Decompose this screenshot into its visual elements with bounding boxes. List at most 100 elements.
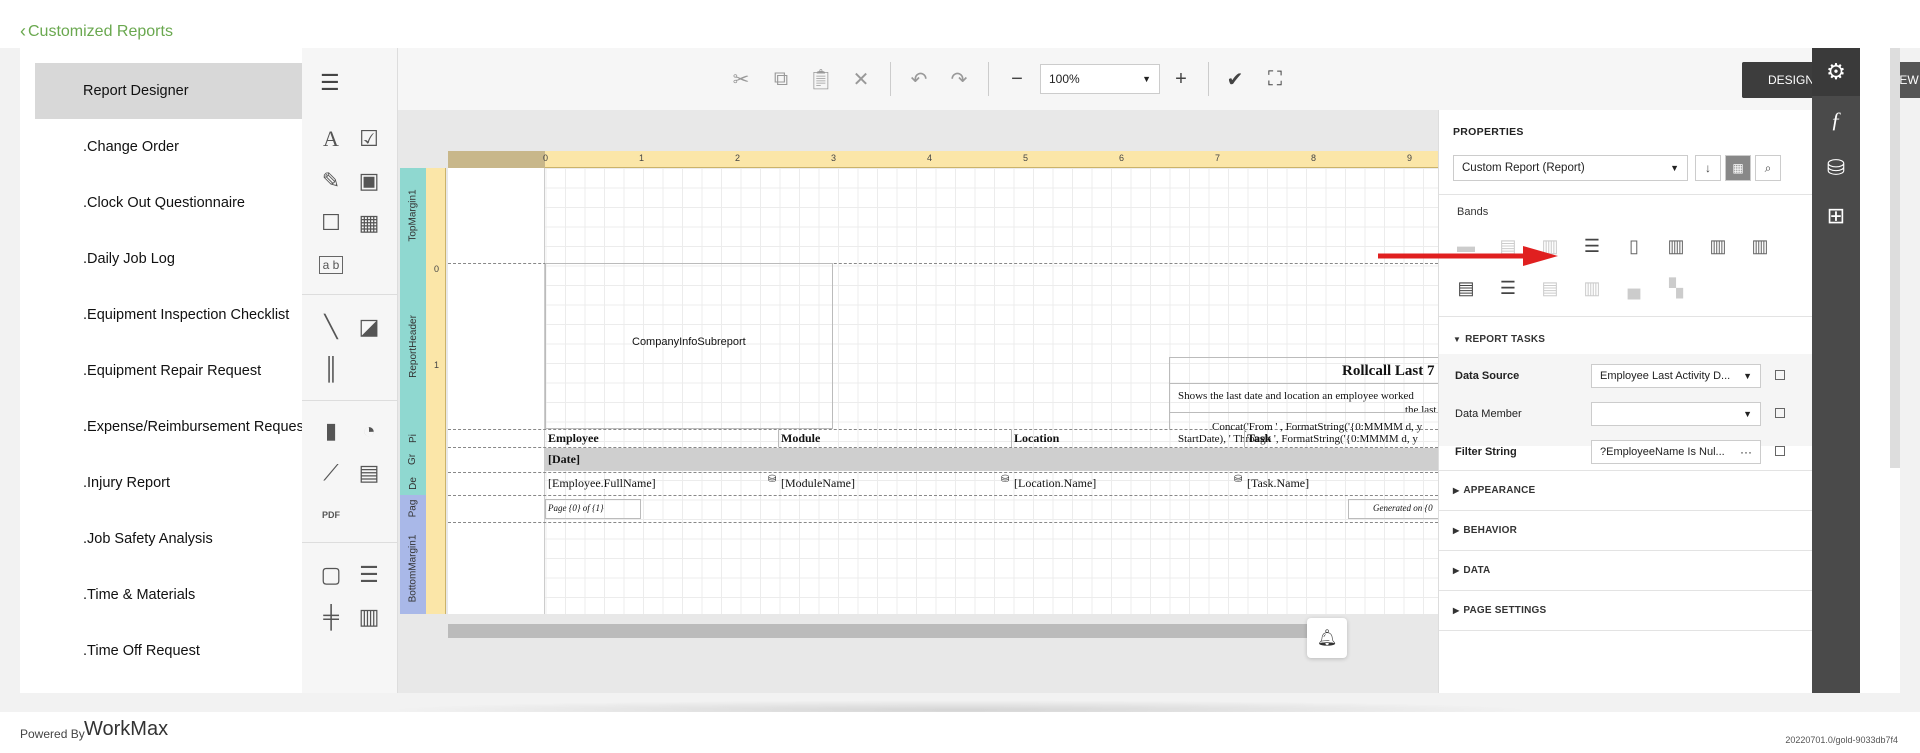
report-item[interactable]: .Expense/Reimbursement Request bbox=[35, 399, 302, 455]
cut-icon[interactable]: ✂ bbox=[726, 64, 756, 94]
column-header-employee[interactable]: Employee bbox=[548, 431, 599, 446]
appearance-section[interactable]: ▶ APPEARANCE bbox=[1453, 485, 1535, 496]
company-subreport[interactable]: CompanyInfoSubreport bbox=[545, 263, 833, 429]
redo-icon[interactable]: ↷ bbox=[944, 64, 974, 94]
report-footer-band-icon[interactable]: ▥ bbox=[1747, 234, 1773, 258]
richtext-tool-icon[interactable]: ✎ bbox=[316, 166, 346, 196]
ruler-mark: 5 bbox=[1023, 153, 1029, 163]
validate-bindings-icon[interactable]: ✔ bbox=[1220, 64, 1250, 94]
zoom-out-icon[interactable]: − bbox=[1002, 64, 1032, 94]
fullscreen-icon[interactable]: ⛶ bbox=[1260, 64, 1290, 94]
detail-field-module[interactable]: [ModuleName] bbox=[781, 476, 855, 491]
back-link[interactable]: ‹ Customized Reports bbox=[20, 21, 173, 42]
search-icon[interactable]: ⌕ bbox=[1755, 155, 1781, 181]
table-tool-icon[interactable]: ▦ bbox=[354, 208, 384, 238]
report-item[interactable]: .Injury Report bbox=[35, 455, 302, 511]
data-member-checkbox[interactable] bbox=[1775, 408, 1785, 418]
shape-tool-icon[interactable]: ◪ bbox=[354, 312, 384, 342]
group-header-band-icon[interactable]: ☰ bbox=[1579, 234, 1605, 258]
hamburger-menu-icon[interactable]: ☰ bbox=[320, 70, 340, 96]
zoom-select[interactable]: 100% ▼ bbox=[1040, 64, 1160, 94]
paste-icon[interactable]: 📋︎ bbox=[806, 64, 836, 94]
pdf-tool-icon[interactable]: PDF bbox=[316, 500, 346, 530]
checkbox-tool-icon[interactable]: ☑ bbox=[354, 124, 384, 154]
data-member-select[interactable]: ▼ bbox=[1591, 402, 1761, 426]
page-info-field[interactable]: Page {0} of {1} bbox=[545, 499, 641, 519]
detail-field-task[interactable]: [Task.Name] bbox=[1247, 476, 1309, 491]
filter-string-checkbox[interactable] bbox=[1775, 446, 1785, 456]
title-block[interactable]: Rollcall Last 7 Shows the last date and … bbox=[1169, 357, 1438, 445]
data-section[interactable]: ▶ DATA bbox=[1453, 565, 1490, 576]
sub-band-icon[interactable]: ▤ bbox=[1453, 276, 1479, 300]
picture-tool-icon[interactable]: ▣ bbox=[354, 166, 384, 196]
pivot-tool-icon[interactable]: ▤ bbox=[354, 458, 384, 488]
detail-field-location[interactable]: [Location.Name] bbox=[1014, 476, 1096, 491]
behavior-section[interactable]: ▶ BEHAVIOR bbox=[1453, 525, 1517, 536]
ellipsis-icon[interactable]: ··· bbox=[1740, 441, 1752, 463]
detail-report-band-icon[interactable]: ▥ bbox=[1663, 234, 1689, 258]
band-label-top-margin[interactable]: TopMargin1 bbox=[400, 168, 426, 263]
detail-band-icon[interactable]: ▯ bbox=[1621, 234, 1647, 258]
band-label-page-header[interactable]: Pi bbox=[400, 429, 426, 447]
band-label-report-header[interactable]: ReportHeader bbox=[400, 263, 426, 429]
gear-icon[interactable]: ⚙ bbox=[1812, 48, 1860, 96]
report-item[interactable]: .Equipment Repair Request bbox=[35, 343, 302, 399]
design-surface[interactable]: 0 1 2 3 4 5 6 7 8 9 TopMargin1 ReportHea… bbox=[398, 110, 1438, 693]
band-label-detail[interactable]: De bbox=[400, 472, 426, 495]
data-source-checkbox[interactable] bbox=[1775, 370, 1785, 380]
database-icon[interactable]: ⛁ bbox=[1812, 144, 1860, 192]
column-header-module[interactable]: Module bbox=[781, 431, 820, 446]
delete-icon[interactable]: ✕ bbox=[846, 64, 876, 94]
barcode-tool-icon[interactable]: ║ bbox=[316, 354, 346, 384]
copy-icon[interactable]: ⧉ bbox=[766, 64, 796, 94]
ruler-mark: 7 bbox=[1215, 153, 1221, 163]
page-settings-section[interactable]: ▶ PAGE SETTINGS bbox=[1453, 605, 1546, 616]
chart-tool-icon[interactable]: ▮ bbox=[316, 416, 346, 446]
page-info-tool-icon[interactable]: ▢ bbox=[316, 560, 346, 590]
band-label-bottom-margin[interactable]: BottomMargin1 bbox=[400, 522, 426, 614]
detail-field-employee[interactable]: [Employee.FullName] bbox=[548, 476, 656, 491]
report-item[interactable]: .Job Safety Analysis bbox=[35, 511, 302, 567]
report-item[interactable]: .Equipment Inspection Checklist bbox=[35, 287, 302, 343]
horizontal-scrollbar[interactable] bbox=[448, 624, 1320, 638]
band-label-group-header[interactable]: Gr bbox=[400, 447, 426, 472]
page-break-tool-icon[interactable]: ☰ bbox=[354, 560, 384, 590]
sort-alphabetical-icon[interactable]: ↓ bbox=[1695, 155, 1721, 181]
zoom-in-icon[interactable]: + bbox=[1166, 64, 1196, 94]
undo-icon[interactable]: ↶ bbox=[904, 64, 934, 94]
categorized-view-icon[interactable]: ▦ bbox=[1725, 155, 1751, 181]
line-tool-icon[interactable]: ╲ bbox=[316, 312, 346, 342]
object-selector[interactable]: Custom Report (Report) ▼ bbox=[1453, 155, 1688, 181]
notifications-button[interactable]: 🔔︎ bbox=[1307, 618, 1347, 658]
report-item[interactable]: .Time & Materials bbox=[35, 567, 302, 623]
cross-band-line-tool-icon[interactable]: ╪ bbox=[316, 602, 346, 632]
expressions-icon[interactable]: ƒ bbox=[1812, 96, 1860, 144]
data-source-select[interactable]: Employee Last Activity D... ▼ bbox=[1591, 364, 1761, 388]
report-item[interactable]: .Time Off Request bbox=[35, 623, 302, 679]
vertical-header-band-icon[interactable]: ☰ bbox=[1495, 276, 1521, 300]
cross-band-box-tool-icon[interactable]: ▥ bbox=[354, 602, 384, 632]
report-tasks-section[interactable]: ▼ REPORT TASKS bbox=[1453, 334, 1545, 345]
panel-tool-icon[interactable]: ☐ bbox=[316, 208, 346, 238]
generated-on-field[interactable]: Generated on {0 bbox=[1348, 499, 1438, 519]
group-footer-band-icon[interactable]: ▥ bbox=[1705, 234, 1731, 258]
band-label-page-footer[interactable]: Pag bbox=[400, 495, 426, 522]
vertical-detail-band-icon: ▤ bbox=[1541, 277, 1559, 298]
column-header-location[interactable]: Location bbox=[1014, 431, 1059, 446]
column-header-task[interactable]: Task bbox=[1247, 431, 1271, 446]
filter-string-input[interactable]: ?EmployeeName Is Nul... ··· bbox=[1591, 440, 1761, 464]
report-item-designer[interactable]: Report Designer bbox=[35, 63, 302, 119]
report-item[interactable]: .Daily Job Log bbox=[35, 231, 302, 287]
report-explorer-icon[interactable]: ⊞ bbox=[1812, 192, 1860, 240]
gauge-tool-icon[interactable]: ◔ bbox=[354, 416, 384, 446]
database-icon: ⛁ bbox=[1234, 474, 1243, 485]
group-header-row[interactable]: [Date] bbox=[545, 448, 1438, 471]
label-tool-icon[interactable]: A bbox=[316, 124, 346, 154]
sparkline-tool-icon[interactable]: ⟋ bbox=[316, 458, 346, 488]
vertical-scrollbar[interactable] bbox=[1890, 48, 1900, 468]
report-item[interactable]: .Change Order bbox=[35, 119, 302, 175]
report-item[interactable]: .Clock Out Questionnaire bbox=[35, 175, 302, 231]
band-labels: TopMargin1 ReportHeader Pi Gr De Pag Bot… bbox=[400, 168, 426, 614]
report-page[interactable]: CompanyInfoSubreport Rollcall Last 7 Sho… bbox=[448, 168, 1438, 614]
character-comb-tool-icon[interactable]: a b bbox=[319, 256, 343, 274]
